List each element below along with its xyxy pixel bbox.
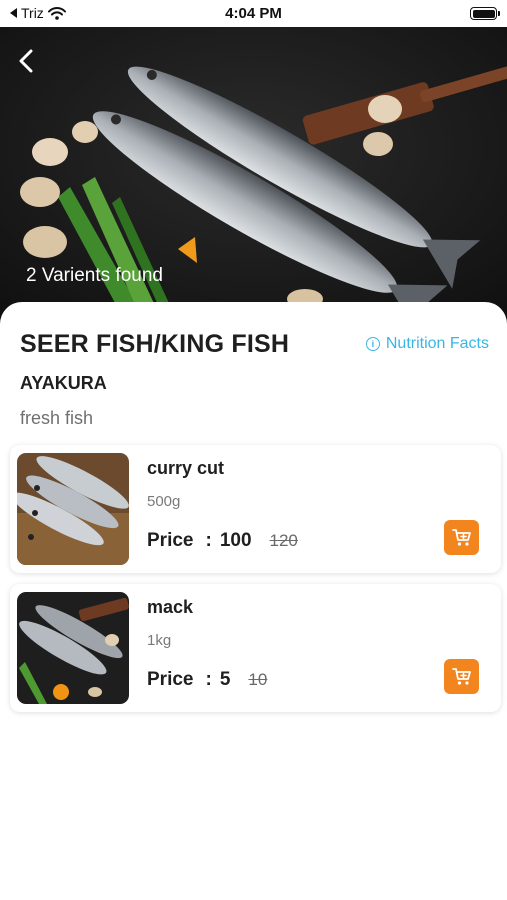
nutrition-facts-label: Nutrition Facts xyxy=(385,335,489,352)
cart-icon xyxy=(451,528,471,546)
price-separator: : xyxy=(205,669,212,690)
old-price: 10 xyxy=(248,670,268,689)
battery-level xyxy=(472,9,495,18)
brand-name: AYAKURA xyxy=(20,373,107,393)
variant-name: curry cut xyxy=(147,458,225,478)
variants-found-label: 2 Varients found xyxy=(26,265,163,286)
add-to-cart-button[interactable] xyxy=(444,520,479,555)
fish-thumbnail-image xyxy=(17,592,129,704)
price-value: 5 xyxy=(219,669,231,690)
old-price: 120 xyxy=(269,531,298,550)
variant-card-curry-cut[interactable]: curry cut 500g Price : 100 120 xyxy=(10,445,501,573)
price-label: Price xyxy=(147,530,194,551)
fish-thumbnail-image xyxy=(17,453,129,565)
variant-weight: 500g xyxy=(147,493,181,510)
price-separator: : xyxy=(205,530,212,551)
price-row: Price : 5 10 xyxy=(147,669,267,691)
info-icon: i xyxy=(365,337,380,351)
hero-image: 2 Varients found xyxy=(0,27,507,327)
price-row: Price : 100 120 xyxy=(147,530,298,552)
variant-card-mack[interactable]: mack 1kg Price : 5 10 xyxy=(10,584,501,712)
nutrition-facts-link[interactable]: i Nutrition Facts xyxy=(365,335,489,353)
variant-thumbnail xyxy=(17,453,129,565)
clock: 4:04 PM xyxy=(225,5,282,22)
variant-thumbnail xyxy=(17,592,129,704)
cart-icon xyxy=(451,667,471,685)
price-value: 100 xyxy=(219,530,252,551)
add-to-cart-button[interactable] xyxy=(444,659,479,694)
variant-name: mack xyxy=(147,597,194,617)
battery-icon xyxy=(470,7,500,20)
product-title: SEER FISH/KING FISH xyxy=(20,330,290,358)
variant-weight: 1kg xyxy=(147,632,172,649)
chevron-left-icon xyxy=(19,49,33,73)
product-details-panel: SEER FISH/KING FISH i Nutrition Facts AY… xyxy=(0,302,507,900)
product-description: fresh fish xyxy=(20,408,94,428)
status-bar: Triz 4:04 PM xyxy=(0,0,507,27)
back-button[interactable] xyxy=(18,49,48,79)
price-label: Price xyxy=(147,669,194,690)
